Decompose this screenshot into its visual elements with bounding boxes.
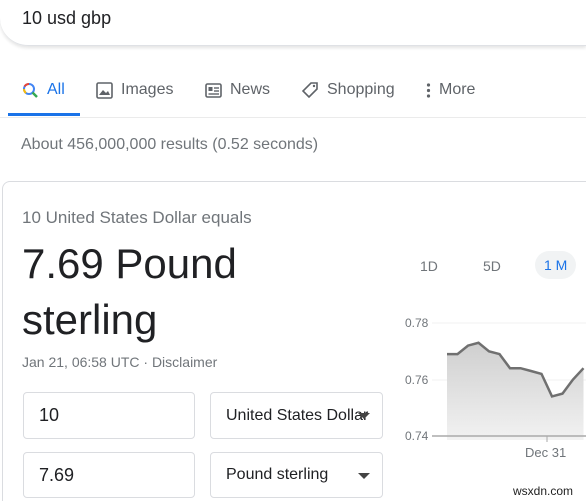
watermark: wsxdn.com: [513, 484, 574, 498]
exchange-rate-chart: [432, 322, 586, 442]
